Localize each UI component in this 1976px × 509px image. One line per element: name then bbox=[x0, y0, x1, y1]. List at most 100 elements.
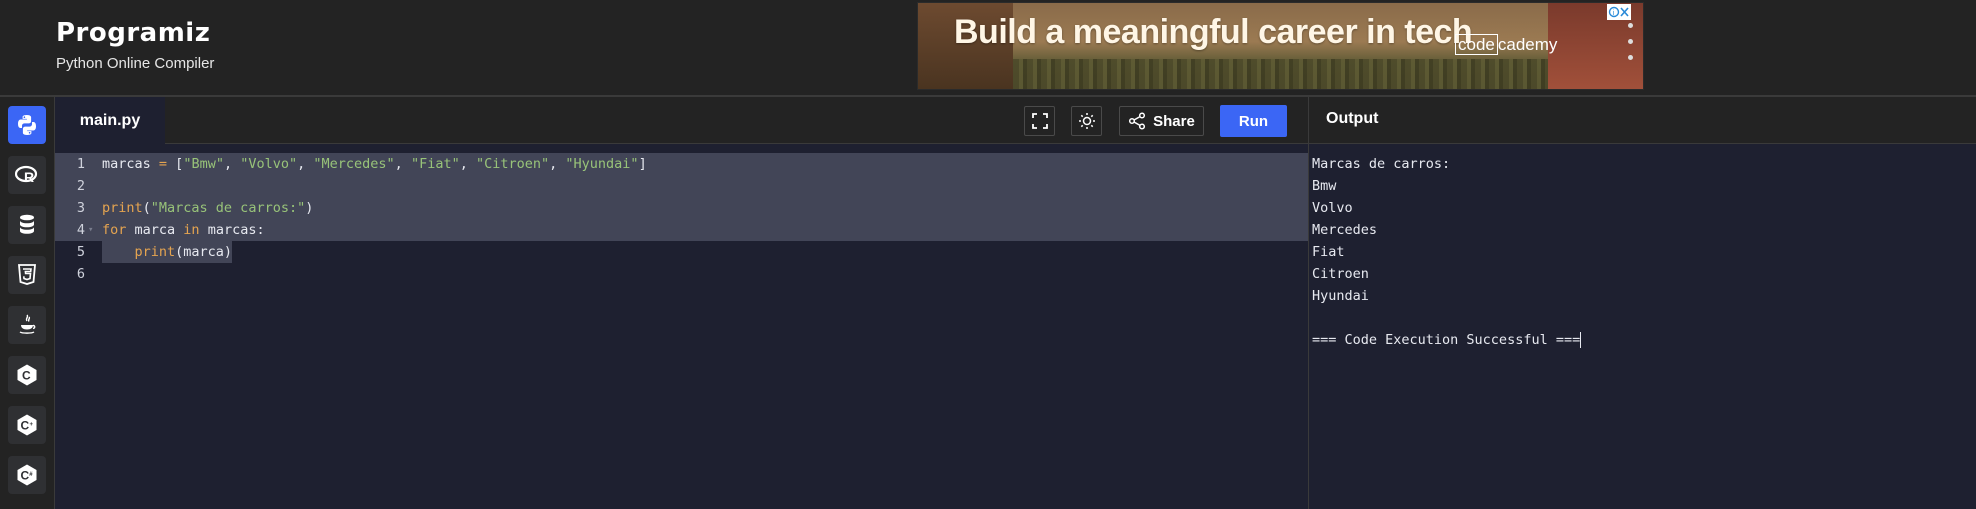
keyword-token: for bbox=[102, 222, 127, 238]
line-number: 3 bbox=[76, 200, 85, 216]
code-token: ] bbox=[638, 156, 647, 172]
output-line: Volvo bbox=[1312, 200, 1353, 216]
code-editor[interactable]: 1 marcas = ["Bmw", "Volvo", "Mercedes", … bbox=[55, 144, 1308, 509]
output-line: Citroen bbox=[1312, 266, 1369, 282]
operator-token: = bbox=[158, 156, 168, 172]
code-text: print(marca) bbox=[102, 241, 233, 263]
code-token: [ bbox=[167, 156, 184, 172]
programiz-logo[interactable]: Programiz bbox=[56, 18, 210, 48]
text-cursor bbox=[1580, 332, 1582, 348]
ad-brand-rest: cademy bbox=[1497, 35, 1558, 54]
svg-text:C: C bbox=[21, 419, 30, 433]
function-token: print bbox=[134, 244, 176, 260]
code-line-3: 3 print("Marcas de carros:") bbox=[55, 197, 1308, 219]
ad-brand-box: code bbox=[1455, 34, 1498, 55]
code-line-5: 5 print(marca) bbox=[55, 241, 1308, 263]
csharp-icon: C # bbox=[17, 464, 37, 486]
function-token: print bbox=[102, 200, 143, 216]
output-line: Fiat bbox=[1312, 244, 1345, 260]
code-text: marcas = ["Bmw", "Volvo", "Mercedes", "F… bbox=[102, 153, 647, 175]
code-text: print("Marcas de carros:") bbox=[102, 197, 313, 219]
svg-text:+: + bbox=[30, 422, 34, 428]
output-line: Marcas de carros: bbox=[1312, 156, 1451, 172]
sidebar-item-java[interactable] bbox=[8, 306, 46, 344]
code-token: marcas bbox=[102, 156, 159, 172]
svg-text:R: R bbox=[24, 169, 34, 185]
share-button[interactable]: Share bbox=[1119, 106, 1204, 136]
output-line: Bmw bbox=[1312, 178, 1337, 194]
output-line: Hyundai bbox=[1312, 288, 1369, 304]
language-sidebar: R C C + C # bbox=[0, 97, 55, 509]
code-text: for marca in marcas: bbox=[102, 219, 265, 241]
output-pane: Output Marcas de carros: Bmw Volvo Merce… bbox=[1308, 97, 1976, 509]
output-header: Output bbox=[1309, 97, 1976, 144]
code-line-1: 1 marcas = ["Bmw", "Volvo", "Mercedes", … bbox=[55, 153, 1308, 175]
page-subtitle: Python Online Compiler bbox=[56, 55, 215, 72]
code-line-4: 4 ▾ for marca in marcas: bbox=[55, 219, 1308, 241]
ad-choices-icon[interactable]: i bbox=[1607, 4, 1631, 20]
code-token: , bbox=[459, 156, 476, 172]
html5-icon bbox=[18, 264, 36, 285]
output-line: Mercedes bbox=[1312, 222, 1378, 238]
code-token: , bbox=[223, 156, 241, 172]
string-token: "Volvo" bbox=[240, 156, 298, 172]
theme-toggle-button[interactable] bbox=[1071, 106, 1102, 136]
line-number: 4 bbox=[76, 222, 85, 238]
svg-text:C: C bbox=[21, 469, 30, 483]
code-token: marcas: bbox=[199, 222, 265, 238]
database-icon bbox=[20, 214, 34, 234]
fullscreen-icon bbox=[1031, 113, 1048, 129]
code-token: ( bbox=[142, 200, 151, 216]
string-token: "Fiat" bbox=[410, 156, 460, 172]
editor-toolbar: main.py Share Run bbox=[55, 97, 1308, 144]
ad-banner[interactable]: Build a meaningful career in tech code ca… bbox=[917, 2, 1644, 90]
sun-icon bbox=[1078, 113, 1095, 129]
sidebar-item-r[interactable]: R bbox=[8, 156, 46, 194]
svg-text:C: C bbox=[22, 369, 31, 383]
status-text: === Code Execution Successful === bbox=[1312, 332, 1581, 348]
r-icon: R bbox=[15, 165, 38, 185]
fullscreen-button[interactable] bbox=[1024, 106, 1055, 136]
run-button[interactable]: Run bbox=[1220, 105, 1287, 137]
code-token: (marca) bbox=[175, 244, 233, 260]
string-token: "Marcas de carros:" bbox=[150, 200, 306, 216]
string-token: "Citroen" bbox=[475, 156, 550, 172]
sidebar-item-python[interactable] bbox=[8, 106, 46, 144]
output-line-status: === Code Execution Successful === bbox=[1312, 329, 1972, 351]
string-token: "Mercedes" bbox=[313, 156, 395, 172]
tab-main-py[interactable]: main.py bbox=[55, 97, 165, 144]
fold-arrow-icon[interactable]: ▾ bbox=[88, 219, 93, 241]
string-token: "Hyundai" bbox=[565, 156, 639, 172]
cpp-icon: C + bbox=[17, 414, 37, 436]
sidebar-item-sql[interactable] bbox=[8, 206, 46, 244]
ad-brand: code cademy bbox=[1455, 34, 1558, 55]
code-line-6: 6 bbox=[55, 263, 1308, 285]
line-number: 5 bbox=[76, 244, 85, 260]
sidebar-item-cpp[interactable]: C + bbox=[8, 406, 46, 444]
code-token: marca bbox=[126, 222, 184, 238]
share-icon bbox=[1129, 112, 1146, 130]
editor-pane: main.py Share Run 1 marcas = ["Bmw", "Vo… bbox=[55, 97, 1308, 509]
top-header: Programiz Python Online Compiler Build a… bbox=[0, 0, 1976, 97]
string-token: "Bmw" bbox=[183, 156, 224, 172]
sidebar-item-c[interactable]: C bbox=[8, 356, 46, 394]
sidebar-item-html[interactable] bbox=[8, 256, 46, 294]
ad-menu-icon[interactable] bbox=[1627, 23, 1635, 71]
line-number: 1 bbox=[76, 156, 85, 172]
code-line-2: 2 bbox=[55, 175, 1308, 197]
python-icon bbox=[18, 115, 36, 135]
share-label: Share bbox=[1153, 112, 1195, 130]
sidebar-item-csharp[interactable]: C # bbox=[8, 456, 46, 494]
keyword-token: in bbox=[183, 222, 200, 238]
code-token: , bbox=[297, 156, 314, 172]
c-icon: C bbox=[17, 364, 37, 386]
output-title: Output bbox=[1326, 110, 1379, 127]
ad-image-field bbox=[1013, 59, 1548, 89]
code-token: , bbox=[549, 156, 566, 172]
java-icon bbox=[19, 314, 36, 334]
ad-headline: Build a meaningful career in tech bbox=[954, 13, 1473, 51]
output-console[interactable]: Marcas de carros: Bmw Volvo Mercedes Fia… bbox=[1312, 144, 1972, 351]
line-number: 2 bbox=[76, 178, 85, 194]
